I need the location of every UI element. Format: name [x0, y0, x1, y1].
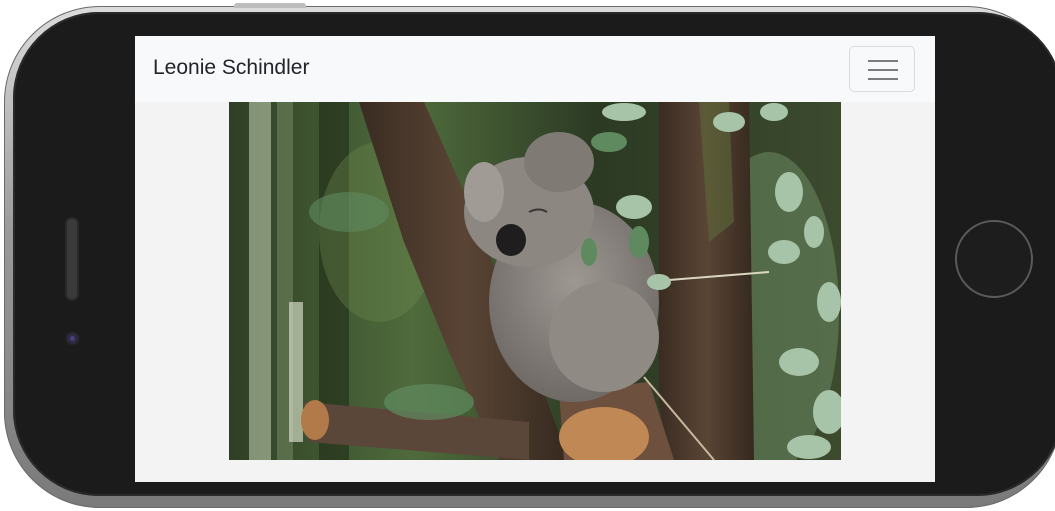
speaker-grille — [67, 219, 77, 299]
phone-top-button — [234, 3, 306, 8]
koala-photo — [229, 102, 841, 460]
front-camera-icon — [67, 333, 78, 344]
phone-screen: Leonie Schindler — [135, 36, 935, 482]
navbar-toggler-button[interactable] — [849, 46, 915, 92]
main-content — [135, 102, 935, 482]
navbar: Leonie Schindler — [135, 36, 935, 102]
navbar-brand[interactable]: Leonie Schindler — [153, 56, 309, 80]
home-button[interactable] — [955, 220, 1033, 298]
hamburger-menu-icon — [868, 60, 898, 80]
